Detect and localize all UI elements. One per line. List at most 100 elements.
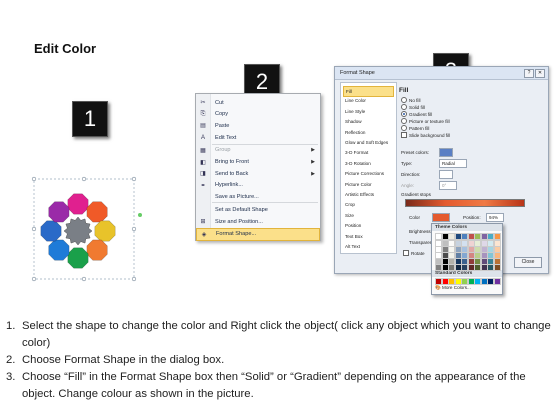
context-menu-item[interactable]: Set as Default Shape bbox=[196, 204, 320, 215]
category-item[interactable]: Fill bbox=[343, 86, 394, 97]
context-menu-item[interactable]: ⊞ Size and Position... bbox=[196, 216, 320, 227]
instructions-list: 1. Select the shape to change the color a… bbox=[6, 318, 554, 403]
resize-handle[interactable] bbox=[31, 226, 37, 232]
close-button[interactable]: Close bbox=[514, 257, 542, 268]
fill-option-label: Gradient fill bbox=[409, 111, 433, 117]
octagon-shape[interactable] bbox=[40, 220, 62, 242]
group-icon: ▦ bbox=[200, 147, 206, 154]
resize-handle[interactable] bbox=[131, 276, 137, 282]
submenu-arrow-icon: ▶ bbox=[311, 147, 315, 154]
octagon-shape[interactable] bbox=[67, 193, 89, 215]
context-menu-item-label: Copy bbox=[215, 111, 229, 118]
category-item[interactable]: Text Box bbox=[343, 232, 394, 241]
category-item[interactable]: 3-D Rotation bbox=[343, 159, 394, 168]
palette-icon: 🎨 bbox=[435, 285, 441, 290]
color-dropdown-button[interactable] bbox=[432, 213, 450, 222]
context-menu-item-label: Save as Picture... bbox=[215, 194, 259, 201]
fill-option-label: Solid fill bbox=[409, 104, 425, 110]
submenu-arrow-icon: ▶ bbox=[311, 159, 315, 165]
octagon-shape[interactable] bbox=[48, 239, 70, 261]
fill-option-radio[interactable]: Picture or texture fill bbox=[401, 118, 450, 124]
resize-handle[interactable] bbox=[31, 176, 37, 182]
category-item[interactable]: Glow and Soft Edges bbox=[343, 138, 394, 147]
format-shape-icon: ◈ bbox=[201, 231, 207, 238]
preset-colors-label: Preset colors: bbox=[401, 150, 430, 155]
radio-dot[interactable] bbox=[401, 132, 407, 138]
context-menu-item[interactable]: A Edit Text bbox=[196, 132, 320, 143]
instruction-text: Choose “Fill” in the Format Shape box th… bbox=[22, 371, 526, 400]
more-colors-link[interactable]: 🎨 More Colors... bbox=[435, 285, 471, 291]
radio-dot[interactable] bbox=[401, 104, 407, 110]
octagon-shape[interactable] bbox=[67, 247, 89, 269]
theme-colors-heading: Theme Colors bbox=[432, 224, 502, 231]
resize-handle[interactable] bbox=[31, 276, 37, 282]
category-item[interactable]: Artistic Effects bbox=[343, 190, 394, 199]
fill-option-radio[interactable]: Slide background fill bbox=[401, 132, 450, 138]
octagon-shape[interactable] bbox=[86, 239, 108, 261]
category-item[interactable]: Position bbox=[343, 221, 394, 230]
fill-option-radio[interactable]: Solid fill bbox=[401, 104, 425, 110]
more-colors-label: More Colors... bbox=[442, 285, 471, 290]
selected-shape-group[interactable] bbox=[30, 175, 150, 285]
rotate-checkbox-box[interactable] bbox=[403, 250, 409, 256]
category-item[interactable]: Picture Corrections bbox=[343, 169, 394, 178]
category-item[interactable]: Crop bbox=[343, 200, 394, 209]
context-menu-item[interactable]: ◨ Send to Back ▶ bbox=[196, 168, 320, 179]
category-item[interactable]: Line Color bbox=[343, 96, 394, 105]
brightness-label: Brightness bbox=[409, 229, 431, 234]
angle-field[interactable]: 0° bbox=[439, 181, 457, 190]
context-menu-item[interactable]: ▤ Paste bbox=[196, 120, 320, 131]
category-item[interactable]: Alt Text bbox=[343, 242, 394, 251]
radio-dot[interactable] bbox=[401, 97, 407, 103]
position-field[interactable]: 94% bbox=[486, 213, 504, 222]
gear-center-shape[interactable] bbox=[63, 216, 93, 246]
standard-color-swatch[interactable] bbox=[493, 278, 501, 285]
category-item[interactable]: Reflection bbox=[343, 128, 394, 137]
submenu-arrow-icon: ▶ bbox=[311, 170, 315, 177]
radio-dot[interactable] bbox=[401, 118, 407, 124]
close-icon[interactable]: ✕ bbox=[535, 69, 545, 78]
edit-text-icon: A bbox=[200, 134, 205, 141]
context-menu-item[interactable]: Save as Picture... bbox=[196, 192, 320, 203]
resize-handle[interactable] bbox=[81, 276, 87, 282]
radio-dot[interactable] bbox=[401, 125, 407, 131]
context-menu-item[interactable]: ⚭ Hyperlink... bbox=[196, 180, 320, 191]
direction-dropdown[interactable] bbox=[439, 170, 453, 179]
octagon-shape[interactable] bbox=[94, 220, 116, 242]
theme-color-swatch[interactable] bbox=[493, 233, 501, 240]
fill-option-radio[interactable]: Pattern fill bbox=[401, 125, 429, 131]
theme-color-swatch[interactable] bbox=[493, 264, 501, 271]
context-menu-item[interactable]: ⎘ Copy bbox=[196, 109, 320, 120]
rotate-handle[interactable] bbox=[138, 213, 142, 217]
context-menu-item[interactable]: ◈ Format Shape... bbox=[196, 227, 320, 241]
category-item[interactable]: Shadow bbox=[343, 117, 394, 126]
preset-colors-dropdown[interactable] bbox=[439, 148, 453, 157]
context-menu-separator bbox=[212, 202, 318, 204]
fill-option-label: Slide background fill bbox=[409, 132, 451, 138]
send-back-icon: ◨ bbox=[200, 171, 206, 178]
radio-dot[interactable] bbox=[401, 111, 407, 117]
resize-handle[interactable] bbox=[131, 176, 137, 182]
context-menu-item[interactable]: ◧ Bring to Front ▶ bbox=[196, 157, 320, 168]
help-button[interactable]: ? bbox=[524, 69, 534, 78]
fill-option-radio[interactable]: Gradient fill bbox=[401, 111, 432, 117]
resize-handle[interactable] bbox=[131, 226, 137, 232]
category-item[interactable]: Line Style bbox=[343, 107, 394, 116]
octagon-shape[interactable] bbox=[86, 201, 108, 223]
rotate-with-shape-checkbox[interactable]: Rotate bbox=[403, 250, 425, 256]
category-item[interactable]: Picture Color bbox=[343, 180, 394, 189]
type-dropdown[interactable]: Radial bbox=[439, 159, 467, 168]
resize-handle[interactable] bbox=[81, 176, 87, 182]
type-label: Type: bbox=[401, 161, 413, 166]
context-menu-item[interactable]: ✂ Cut bbox=[196, 97, 320, 108]
color-picker-popup: Theme Colors Standard Colors 🎨 More Colo… bbox=[431, 223, 503, 295]
fill-option-label: Pattern fill bbox=[409, 125, 430, 131]
context-menu-item-label: Format Shape... bbox=[216, 231, 257, 238]
category-item[interactable]: Size bbox=[343, 211, 394, 220]
context-menu-item[interactable]: ▦ Group ▶ bbox=[196, 145, 320, 156]
octagon-shape[interactable] bbox=[48, 201, 70, 223]
category-item[interactable]: 3-D Format bbox=[343, 148, 394, 157]
fill-option-radio[interactable]: No fill bbox=[401, 97, 421, 103]
scissors-icon: ✂ bbox=[200, 100, 206, 106]
gradient-stops-bar[interactable] bbox=[405, 199, 525, 207]
